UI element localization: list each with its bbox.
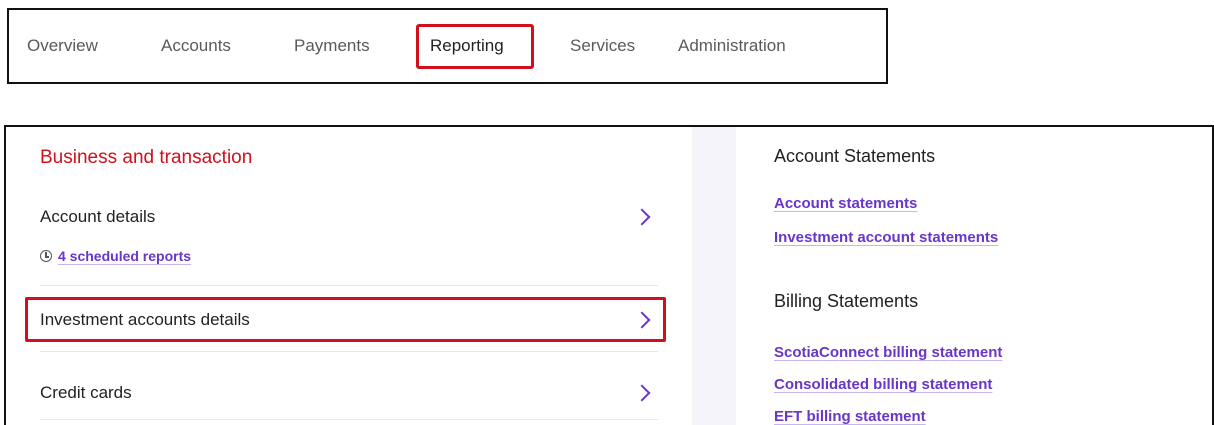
reporting-highlight-box — [416, 24, 534, 69]
investment-account-statements-link[interactable]: Investment account statements — [774, 229, 998, 246]
top-navigation: Overview Accounts Payments Reporting Ser… — [7, 8, 888, 84]
divider — [40, 351, 658, 352]
credit-cards-label: Credit cards — [40, 383, 132, 402]
nav-accounts[interactable]: Accounts — [161, 10, 231, 82]
section-title: Business and transaction — [40, 147, 253, 168]
nav-administration[interactable]: Administration — [678, 10, 786, 82]
nav-payments[interactable]: Payments — [294, 10, 370, 82]
account-details-row[interactable]: Account details — [40, 205, 658, 229]
billing-statements-heading: Billing Statements — [774, 291, 919, 311]
reporting-menu-panel: Business and transaction Account details… — [4, 125, 1214, 425]
account-details-label: Account details — [40, 207, 156, 226]
scheduled-reports[interactable]: 4 scheduled reports — [40, 248, 191, 264]
account-statements-link[interactable]: Account statements — [774, 195, 917, 212]
nav-overview[interactable]: Overview — [27, 10, 98, 82]
chevron-right-icon — [633, 208, 651, 226]
investment-accounts-highlight-box — [25, 297, 666, 342]
divider — [40, 285, 658, 286]
scheduled-reports-link[interactable]: 4 scheduled reports — [58, 248, 191, 264]
chevron-right-icon — [633, 384, 651, 402]
business-transaction-column: Business and transaction Account details… — [6, 127, 692, 425]
eft-billing-statement-link[interactable]: EFT billing statement — [774, 408, 926, 425]
account-statements-heading: Account Statements — [774, 146, 936, 166]
scotiaconnect-billing-statement-link[interactable]: ScotiaConnect billing statement — [774, 344, 1002, 361]
divider — [40, 419, 658, 420]
statements-column: Account Statements Account statements In… — [736, 127, 1212, 425]
nav-services[interactable]: Services — [570, 10, 635, 82]
credit-cards-row[interactable]: Credit cards — [40, 381, 658, 405]
column-divider — [692, 127, 736, 425]
clock-icon — [40, 250, 52, 262]
consolidated-billing-statement-link[interactable]: Consolidated billing statement — [774, 376, 992, 393]
